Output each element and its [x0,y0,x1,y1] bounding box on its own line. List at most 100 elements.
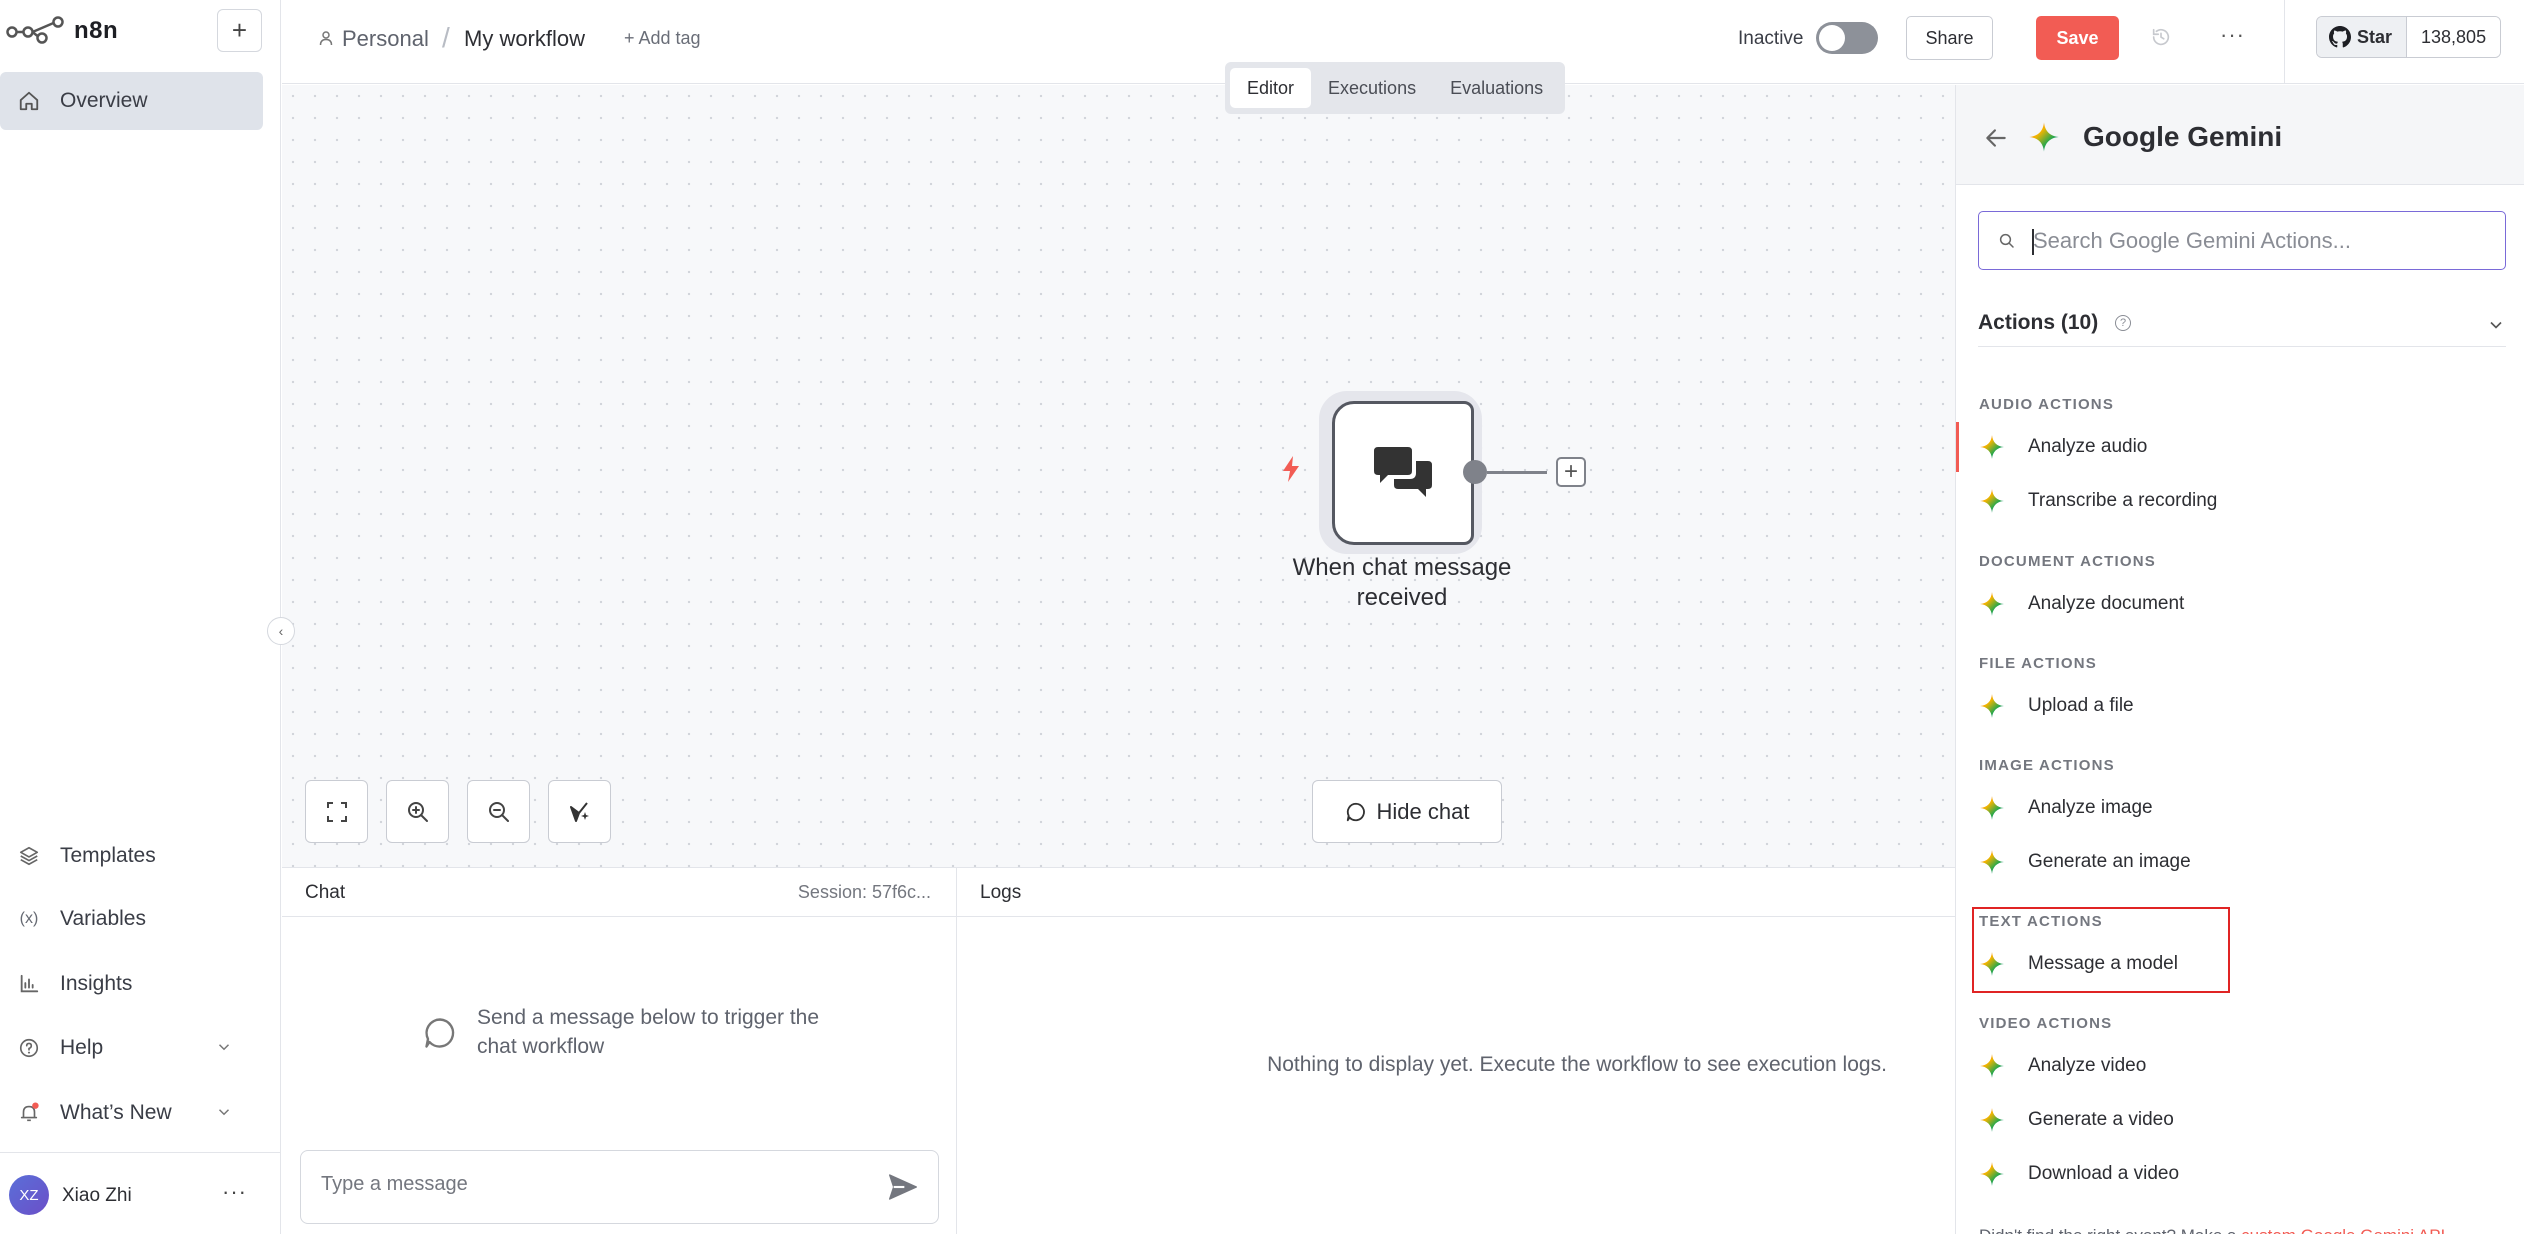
n8n-logo-icon[interactable] [6,14,66,46]
more-options-icon[interactable]: ··· [2220,22,2245,48]
chevron-down-icon [218,1109,230,1116]
sidebar-item-label: Help [60,1036,104,1059]
action-item[interactable]: Analyze video [1956,1041,2524,1091]
github-star-label: Star [2357,26,2393,47]
custom-api-link[interactable]: custom Google Gemini API [2241,1226,2445,1234]
section-title-video: VIDEO ACTIONS [1979,1015,2113,1032]
action-label: Analyze audio [2028,436,2148,457]
user-menu[interactable]: XZ Xiao Zhi ··· [0,1173,281,1219]
add-node-button[interactable]: + [1556,457,1586,487]
logs-panel: Logs Nothing to display yet. Execute the… [957,867,1955,1234]
action-item[interactable]: Analyze image [1956,783,2524,833]
tidy-up-button[interactable] [548,780,611,843]
chat-title: Chat [305,882,346,903]
github-star-button[interactable]: Star [2317,17,2408,57]
divider [2284,0,2285,84]
action-search-box[interactable] [1978,211,2506,270]
gemini-icon [1979,795,2005,821]
sidebar-item-label: Insights [60,972,133,995]
chat-panel: Chat Session: 57f6c... Send a message be… [282,867,957,1234]
user-more-button[interactable]: ··· [222,1179,247,1205]
action-item[interactable]: Generate an image [1956,837,2524,887]
insights-icon [20,974,39,993]
new-button[interactable]: + [217,9,262,52]
github-star-count[interactable]: 138,805 [2407,17,2501,57]
actions-header[interactable]: Actions (10) ? [1978,305,2506,347]
github-icon [2329,26,2351,48]
save-button[interactable]: Save [2036,16,2119,60]
action-item[interactable]: Analyze document [1956,579,2524,629]
chat-bubbles-icon [1374,447,1432,497]
fullscreen-icon [326,801,347,822]
breadcrumb-project[interactable]: Personal [342,26,429,52]
app-name: n8n [74,17,119,44]
node-output-port[interactable] [1463,460,1487,484]
action-label: Download a video [2028,1163,2180,1184]
logo-row: n8n + [0,0,281,60]
action-item[interactable]: Generate a video [1956,1095,2524,1145]
chat-input-box[interactable] [300,1150,939,1224]
sidebar-item-overview[interactable]: Overview [0,72,263,130]
tab-editor[interactable]: Editor [1230,68,1312,108]
node-panel-header: Google Gemini [1956,85,2524,185]
workflow-canvas[interactable]: Editor Executions Evaluations + When cha… [282,62,1955,867]
node-creator-panel: Google Gemini Actions (10) ? AUDIO ACTIO… [1955,85,2524,1234]
sidebar-item-help[interactable]: Help [0,1023,263,1073]
action-label: Analyze image [2028,797,2153,818]
sidebar: n8n + Overview Templates (x) Variables I… [0,0,281,1234]
send-icon[interactable] [886,1171,920,1203]
action-item[interactable]: Message a model [1956,939,2524,989]
section-title-audio: AUDIO ACTIONS [1979,396,2115,413]
gemini-icon [1979,488,2005,514]
custom-api-hint-text: Didn't find the right event? Make a [1979,1226,2241,1234]
session-id[interactable]: Session: 57f6c... [798,882,931,903]
action-label: Generate a video [2028,1109,2174,1130]
sidebar-item-label: Templates [60,844,156,867]
collapse-sidebar-button[interactable]: ‹ [267,617,295,645]
sidebar-item-templates[interactable]: Templates [0,831,263,881]
chat-trigger-node[interactable] [1332,401,1474,545]
action-item[interactable]: Transcribe a recording [1956,476,2524,526]
action-item[interactable]: Download a video [1956,1149,2524,1199]
logs-title: Logs [980,882,1022,903]
custom-api-hint: Didn't find the right event? Make a cust… [1979,1226,2524,1234]
workflow-name[interactable]: My workflow [464,26,585,52]
gemini-icon [1979,1161,2005,1187]
sidebar-item-insights[interactable]: Insights [0,959,263,1009]
github-star-widget[interactable]: Star 138,805 [2316,16,2502,58]
active-toggle[interactable] [1816,22,1878,54]
share-button[interactable]: Share [1906,16,1993,60]
action-label: Upload a file [2028,695,2134,716]
bell-icon [20,1102,39,1122]
action-item[interactable]: Upload a file [1956,681,2524,731]
help-icon [19,1038,39,1058]
action-label: Analyze video [2028,1055,2147,1076]
broom-icon [569,801,589,822]
search-icon [1999,233,2014,248]
add-tag-button[interactable]: + Add tag [624,28,701,49]
gemini-icon [1979,434,2005,460]
zoom-out-button[interactable] [467,780,530,843]
chat-message-input[interactable] [321,1173,861,1196]
gemini-icon [1979,951,2005,977]
tab-executions[interactable]: Executions [1311,68,1433,108]
zoom-in-button[interactable] [386,780,449,843]
action-label: Message a model [2028,953,2178,974]
chevron-down-icon[interactable] [2486,315,2506,335]
info-icon[interactable]: ? [2115,315,2131,331]
fit-view-button[interactable] [305,780,368,843]
back-arrow-icon[interactable] [1983,125,2009,151]
hide-chat-button[interactable]: Hide chat [1312,780,1502,843]
user-name: Xiao Zhi [62,1185,132,1206]
section-title-text: TEXT ACTIONS [1979,913,2103,930]
avatar[interactable]: XZ [9,1175,49,1215]
section-title-file: FILE ACTIONS [1979,655,2098,672]
tab-evaluations[interactable]: Evaluations [1433,68,1560,108]
gemini-icon [1979,591,2005,617]
sidebar-item-whats-new[interactable]: What’s New [0,1088,263,1138]
action-search-input[interactable] [2033,228,2483,254]
history-icon[interactable] [2150,26,2172,48]
chat-icon [1346,802,1365,821]
sidebar-item-variables[interactable]: (x) Variables [0,894,263,944]
action-item[interactable]: Analyze audio [1956,422,2524,472]
